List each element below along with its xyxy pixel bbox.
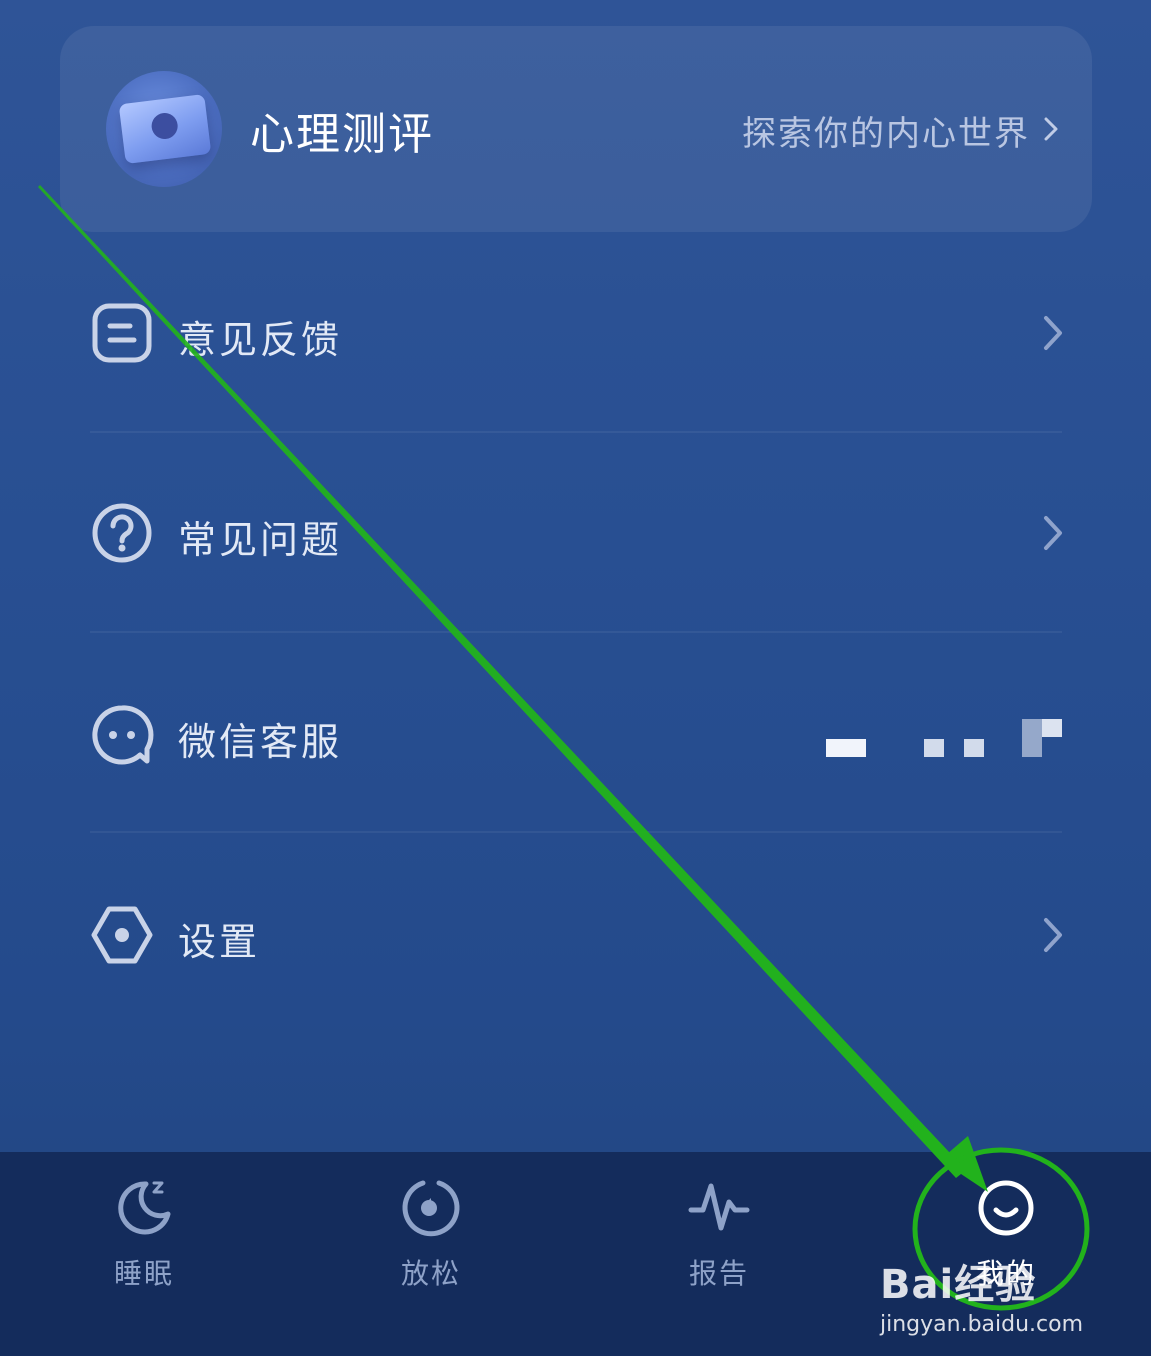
watermark: Bai经验 jingyan.baidu.com (880, 1252, 1083, 1337)
chevron-right-icon (1044, 918, 1062, 952)
pulse-report-icon (688, 1183, 750, 1231)
menu-item-label: 设置 (178, 920, 261, 964)
chevron-right-icon (1044, 117, 1058, 141)
relax-timer-icon (402, 1180, 460, 1237)
assessment-card[interactable]: 心理测评 探索你的内心世界 (60, 26, 1092, 232)
menu-item-settings[interactable]: 设置 (90, 833, 1065, 1033)
settings-icon (91, 906, 153, 964)
profile-photo-icon (106, 71, 222, 187)
menu-item-label: 微信客服 (178, 720, 343, 764)
tab-report[interactable]: 报告 (649, 1176, 789, 1316)
watermark-brand: Bai经验 (880, 1262, 1037, 1308)
moon-sleep-icon (118, 1181, 171, 1235)
tab-sleep[interactable]: 睡眠 (74, 1176, 214, 1316)
card-title: 心理测评 (250, 109, 434, 160)
tab-label: 放松 (400, 1257, 461, 1290)
feedback-icon (92, 303, 152, 363)
menu-item-label: 常见问题 (178, 518, 343, 562)
question-icon (92, 503, 152, 563)
tab-label: 睡眠 (113, 1257, 174, 1290)
tab-label: 报告 (688, 1257, 749, 1290)
menu-item-wechat-service[interactable]: 微信客服 (90, 633, 1065, 833)
chat-bubble-icon (92, 705, 154, 765)
watermark-site: jingyan.baidu.com (880, 1312, 1084, 1337)
menu-item-feedback[interactable]: 意见反馈 (90, 233, 1065, 433)
menu-item-faq[interactable]: 常见问题 (90, 433, 1065, 633)
smile-profile-icon (978, 1180, 1034, 1236)
menu-item-label: 意见反馈 (178, 318, 343, 362)
chevron-right-icon (1044, 316, 1062, 350)
card-subtitle: 探索你的内心世界 (742, 114, 1030, 154)
chevron-right-icon (1044, 516, 1062, 550)
tab-relax[interactable]: 放松 (361, 1176, 501, 1316)
